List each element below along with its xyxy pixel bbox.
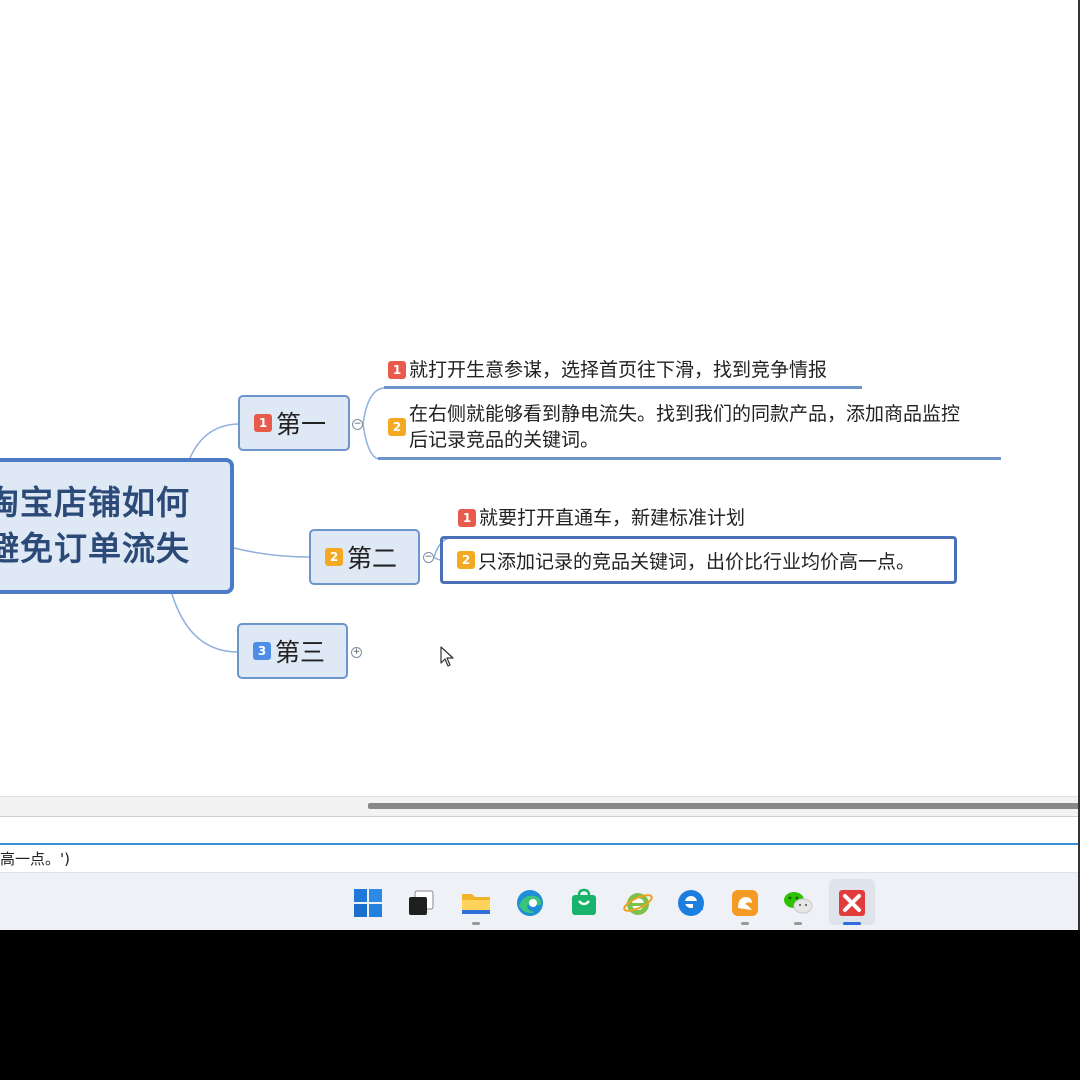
root-topic-line2: 避免订单流失 (0, 529, 190, 568)
connector-root-first (189, 423, 241, 459)
root-topic[interactable]: 淘宝店铺如何 避免订单流失 (0, 458, 234, 594)
branch-first[interactable]: 1 第一 (238, 395, 350, 451)
priority-1-icon: 1 (388, 361, 406, 379)
collapse-second-icon[interactable]: − (423, 552, 434, 563)
priority-3-icon: 3 (253, 642, 271, 660)
panel-separator (0, 816, 1080, 817)
branch-second[interactable]: 2 第二 (309, 529, 420, 585)
wechat-running-indicator (794, 922, 802, 925)
store-icon[interactable] (568, 887, 600, 919)
branch-third-label: 第三 (275, 638, 326, 667)
connector-root-second (233, 547, 311, 558)
second-leaf-1[interactable]: 1 就要打开直通车，新建标准计划 (458, 505, 745, 531)
screen: 淘宝店铺如何 避免订单流失 1 第一 − 1 就打开生意参谋，选择首页往下滑，找… (0, 0, 1080, 930)
console-divider (0, 843, 1080, 845)
priority-1-icon: 1 (458, 509, 476, 527)
file-explorer-running-indicator (472, 922, 480, 925)
xmind-icon[interactable] (836, 887, 868, 919)
priority-1-icon: 1 (254, 414, 272, 432)
edge-icon[interactable] (514, 887, 546, 919)
priority-2-icon: 2 (457, 551, 475, 569)
xmind-active-indicator (843, 922, 861, 925)
branch-second-label: 第二 (347, 544, 398, 573)
second-leaf-2-text: 只添加记录的竞品关键词，出价比行业均价高一点。 (478, 550, 916, 573)
mouse-cursor-icon (440, 646, 454, 667)
connector-root-third (171, 593, 239, 653)
task-view-icon[interactable] (405, 887, 437, 919)
uc-browser-icon[interactable] (729, 887, 761, 919)
letterbox-bottom (0, 930, 1080, 1080)
edge-legacy-icon[interactable] (675, 887, 707, 919)
mindmap-canvas[interactable]: 淘宝店铺如何 避免订单流失 1 第一 − 1 就打开生意参谋，选择首页往下滑，找… (0, 0, 1080, 796)
collapse-first-icon[interactable]: − (352, 419, 363, 430)
first-leaf-1-text: 就打开生意参谋，选择首页往下滑，找到竞争情报 (409, 359, 828, 381)
first-leaf-1[interactable]: 1 就打开生意参谋，选择首页往下滑，找到竞争情报 (388, 357, 827, 383)
file-explorer-icon[interactable] (460, 887, 492, 919)
first-leaf-2-line1: 在右侧就能够看到静电流失。找到我们的同款产品，添加商品监控 (409, 403, 961, 425)
branch-third[interactable]: 3 第三 (237, 623, 348, 679)
ie-icon[interactable] (622, 887, 654, 919)
connector-lines (171, 387, 456, 653)
first-leaf-2-underline (378, 457, 1001, 460)
taskbar (0, 872, 1080, 930)
console-output: 高一点。') (0, 850, 70, 868)
first-leaf-1-underline (384, 386, 862, 389)
branch-first-label: 第一 (276, 410, 327, 439)
horizontal-scrollbar-thumb[interactable] (368, 803, 1080, 809)
second-leaf-1-text: 就要打开直通车，新建标准计划 (479, 507, 746, 529)
windows-start-icon[interactable] (352, 887, 384, 919)
expand-third-icon[interactable]: + (351, 647, 362, 658)
second-leaf-2-selected[interactable]: 2 只添加记录的竞品关键词，出价比行业均价高一点。 (440, 536, 957, 584)
first-leaf-2-line2: 后记录竞品的关键词。 (409, 429, 600, 451)
connector-first-leaf2 (362, 423, 381, 460)
root-topic-line1: 淘宝店铺如何 (0, 483, 190, 522)
first-leaf-2[interactable]: 2 在右侧就能够看到静电流失。找到我们的同款产品，添加商品监控 后记录竞品的关键… (388, 401, 960, 453)
connector-first-leaf1 (362, 387, 386, 425)
priority-2-icon: 2 (325, 548, 343, 566)
wechat-icon[interactable] (782, 887, 814, 919)
priority-2-icon: 2 (388, 418, 406, 436)
uc-browser-running-indicator (741, 922, 749, 925)
